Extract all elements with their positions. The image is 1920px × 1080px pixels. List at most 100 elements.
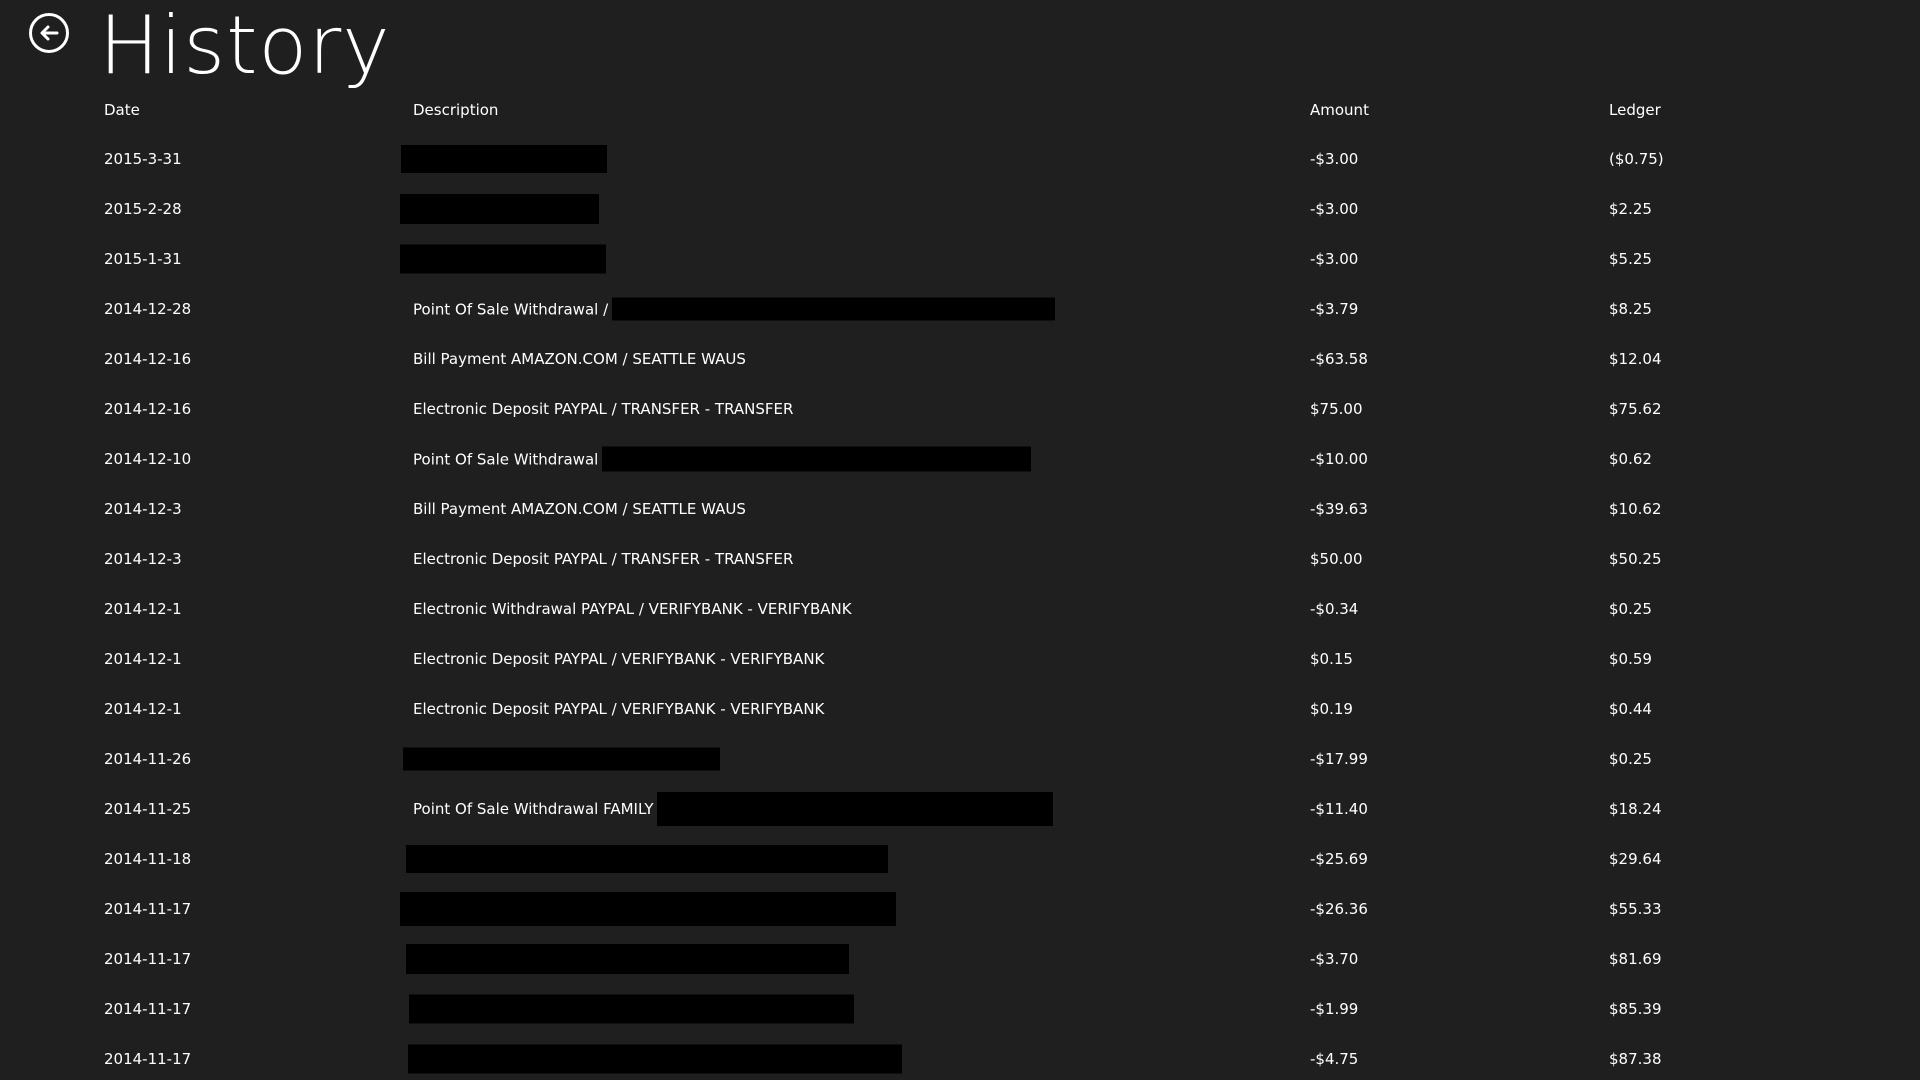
amount-cell: -$0.34 [1310,600,1359,618]
table-row[interactable]: 2014-12-3 Electronic Deposit PAYPAL / TRA… [0,534,1920,584]
description-cell: Electronic Deposit PAYPAL / TRANSFER - T… [413,550,793,568]
amount-cell: $50.00 [1310,550,1363,568]
date-cell: 2014-11-25 [104,800,192,818]
description-cell: Electronic Deposit PAYPAL / VERIFYBANK -… [413,700,824,718]
ledger-cell: $0.25 [1609,600,1652,618]
table-row[interactable]: 2014-11-18 -$25.69 $29.64 [0,834,1920,884]
description-cell [400,194,599,224]
redaction-bar [403,747,720,771]
table-row[interactable]: 2015-2-28 -$3.00 $2.25 [0,184,1920,234]
page-title: History [99,0,391,92]
ledger-cell: $0.44 [1609,700,1652,718]
table-row[interactable]: 2014-11-17 -$1.99 $85.39 [0,984,1920,1034]
table-row[interactable]: 2014-11-25 Point Of Sale Withdrawal FAMIL… [0,784,1920,834]
description-cell [400,244,606,274]
description-cell [409,994,854,1024]
table-row[interactable]: 2014-11-17 -$26.36 $55.33 [0,884,1920,934]
ledger-cell: $81.69 [1609,950,1662,968]
ledger-cell: $29.64 [1609,850,1662,868]
date-cell: 2014-12-10 [104,450,192,468]
date-cell: 2014-11-17 [104,950,192,968]
description-cell: Electronic Deposit PAYPAL / TRANSFER - T… [413,400,793,418]
date-cell: 2014-11-17 [104,1050,192,1068]
table-row[interactable]: 2014-12-10 Point Of Sale Withdrawal -$10.0… [0,434,1920,484]
amount-cell: -$1.99 [1310,1000,1359,1018]
amount-cell: -$4.75 [1310,1050,1359,1068]
description-text: Bill Payment AMAZON.COM / SEATTLE WAUS [413,350,746,368]
table-row[interactable]: 2014-12-16 Electronic Deposit PAYPAL / TR… [0,384,1920,434]
table-row[interactable]: 2014-11-17 -$4.75 $87.38 [0,1034,1920,1080]
description-text: Point Of Sale Withdrawal FAMILY [413,800,654,818]
date-cell: 2014-12-3 [104,550,182,568]
date-cell: 2014-11-26 [104,750,192,768]
ledger-cell: $10.62 [1609,500,1662,518]
back-button[interactable] [29,13,69,53]
amount-cell: -$25.69 [1310,850,1368,868]
table-row[interactable]: 2014-12-3 Bill Payment AMAZON.COM / SEATT… [0,484,1920,534]
ledger-cell: $12.04 [1609,350,1662,368]
description-cell: Bill Payment AMAZON.COM / SEATTLE WAUS [413,500,746,518]
table-header-row: Date Description Amount Ledger [0,86,1920,134]
column-header-date[interactable]: Date [104,101,140,119]
description-cell [403,747,720,771]
redaction-bar [401,145,607,173]
ledger-cell: $0.25 [1609,750,1652,768]
description-cell: Point Of Sale Withdrawal FAMILY [413,792,1054,826]
redaction-bar [400,244,606,274]
description-text: Electronic Deposit PAYPAL / TRANSFER - T… [413,400,794,418]
description-text: Electronic Withdrawal PAYPAL / VERIFYBAN… [413,600,852,618]
redaction-bar [400,194,599,224]
description-cell [408,1044,902,1074]
ledger-cell: $0.59 [1609,650,1652,668]
ledger-cell: $50.25 [1609,550,1662,568]
date-cell: 2014-12-16 [104,350,192,368]
ledger-cell: $5.25 [1609,250,1652,268]
redaction-bar [406,845,888,873]
description-cell [406,845,888,873]
column-header-amount[interactable]: Amount [1310,101,1369,119]
table-row[interactable]: 2014-11-26 -$17.99 $0.25 [0,734,1920,784]
amount-cell: -$3.70 [1310,950,1359,968]
ledger-cell: ($0.75) [1609,150,1664,168]
table-row[interactable]: 2014-12-28 Point Of Sale Withdrawal / -$3.… [0,284,1920,334]
date-cell: 2015-3-31 [104,150,182,168]
description-text: Bill Payment AMAZON.COM / SEATTLE WAUS [413,500,746,518]
table-row[interactable]: 2014-12-1 Electronic Deposit PAYPAL / VER… [0,634,1920,684]
description-cell: Electronic Withdrawal PAYPAL / VERIFYBAN… [413,600,852,618]
date-cell: 2014-12-1 [104,700,182,718]
redaction-bar [602,446,1032,472]
description-text: Point Of Sale Withdrawal / [413,300,609,318]
ledger-cell: $75.62 [1609,400,1662,418]
column-header-description[interactable]: Description [413,101,498,119]
redaction-bar [612,297,1056,321]
amount-cell: -$3.00 [1310,150,1359,168]
table-row[interactable]: 2014-12-1 Electronic Deposit PAYPAL / VER… [0,684,1920,734]
back-arrow-icon [40,25,59,41]
date-cell: 2014-12-3 [104,500,182,518]
table-row[interactable]: 2014-11-17 -$3.70 $81.69 [0,934,1920,984]
redaction-bar [409,994,854,1024]
description-text: Electronic Deposit PAYPAL / TRANSFER - T… [413,550,794,568]
amount-cell: -$3.00 [1310,250,1359,268]
amount-cell: -$17.99 [1310,750,1368,768]
amount-cell: -$10.00 [1310,450,1368,468]
date-cell: 2014-12-16 [104,400,192,418]
description-cell [406,944,849,974]
ledger-cell: $87.38 [1609,1050,1662,1068]
table-row[interactable]: 2015-1-31 -$3.00 $5.25 [0,234,1920,284]
table-row[interactable]: 2014-12-16 Bill Payment AMAZON.COM / SEAT… [0,334,1920,384]
amount-cell: -$11.40 [1310,800,1368,818]
table-row[interactable]: 2014-12-1 Electronic Withdrawal PAYPAL / … [0,584,1920,634]
amount-cell: -$63.58 [1310,350,1368,368]
description-cell: Electronic Deposit PAYPAL / VERIFYBANK -… [413,650,824,668]
amount-cell: -$26.36 [1310,900,1368,918]
description-cell: Point Of Sale Withdrawal [413,446,1032,472]
table-row[interactable]: 2015-3-31 -$3.00 ($0.75) [0,134,1920,184]
column-header-ledger[interactable]: Ledger [1609,101,1661,119]
history-page: History Date Description Amount Ledger 2… [0,0,1920,1080]
ledger-cell: $18.24 [1609,800,1662,818]
description-text: Point Of Sale Withdrawal [413,450,599,468]
date-cell: 2014-11-17 [104,1000,192,1018]
date-cell: 2014-12-1 [104,650,182,668]
date-cell: 2015-1-31 [104,250,182,268]
